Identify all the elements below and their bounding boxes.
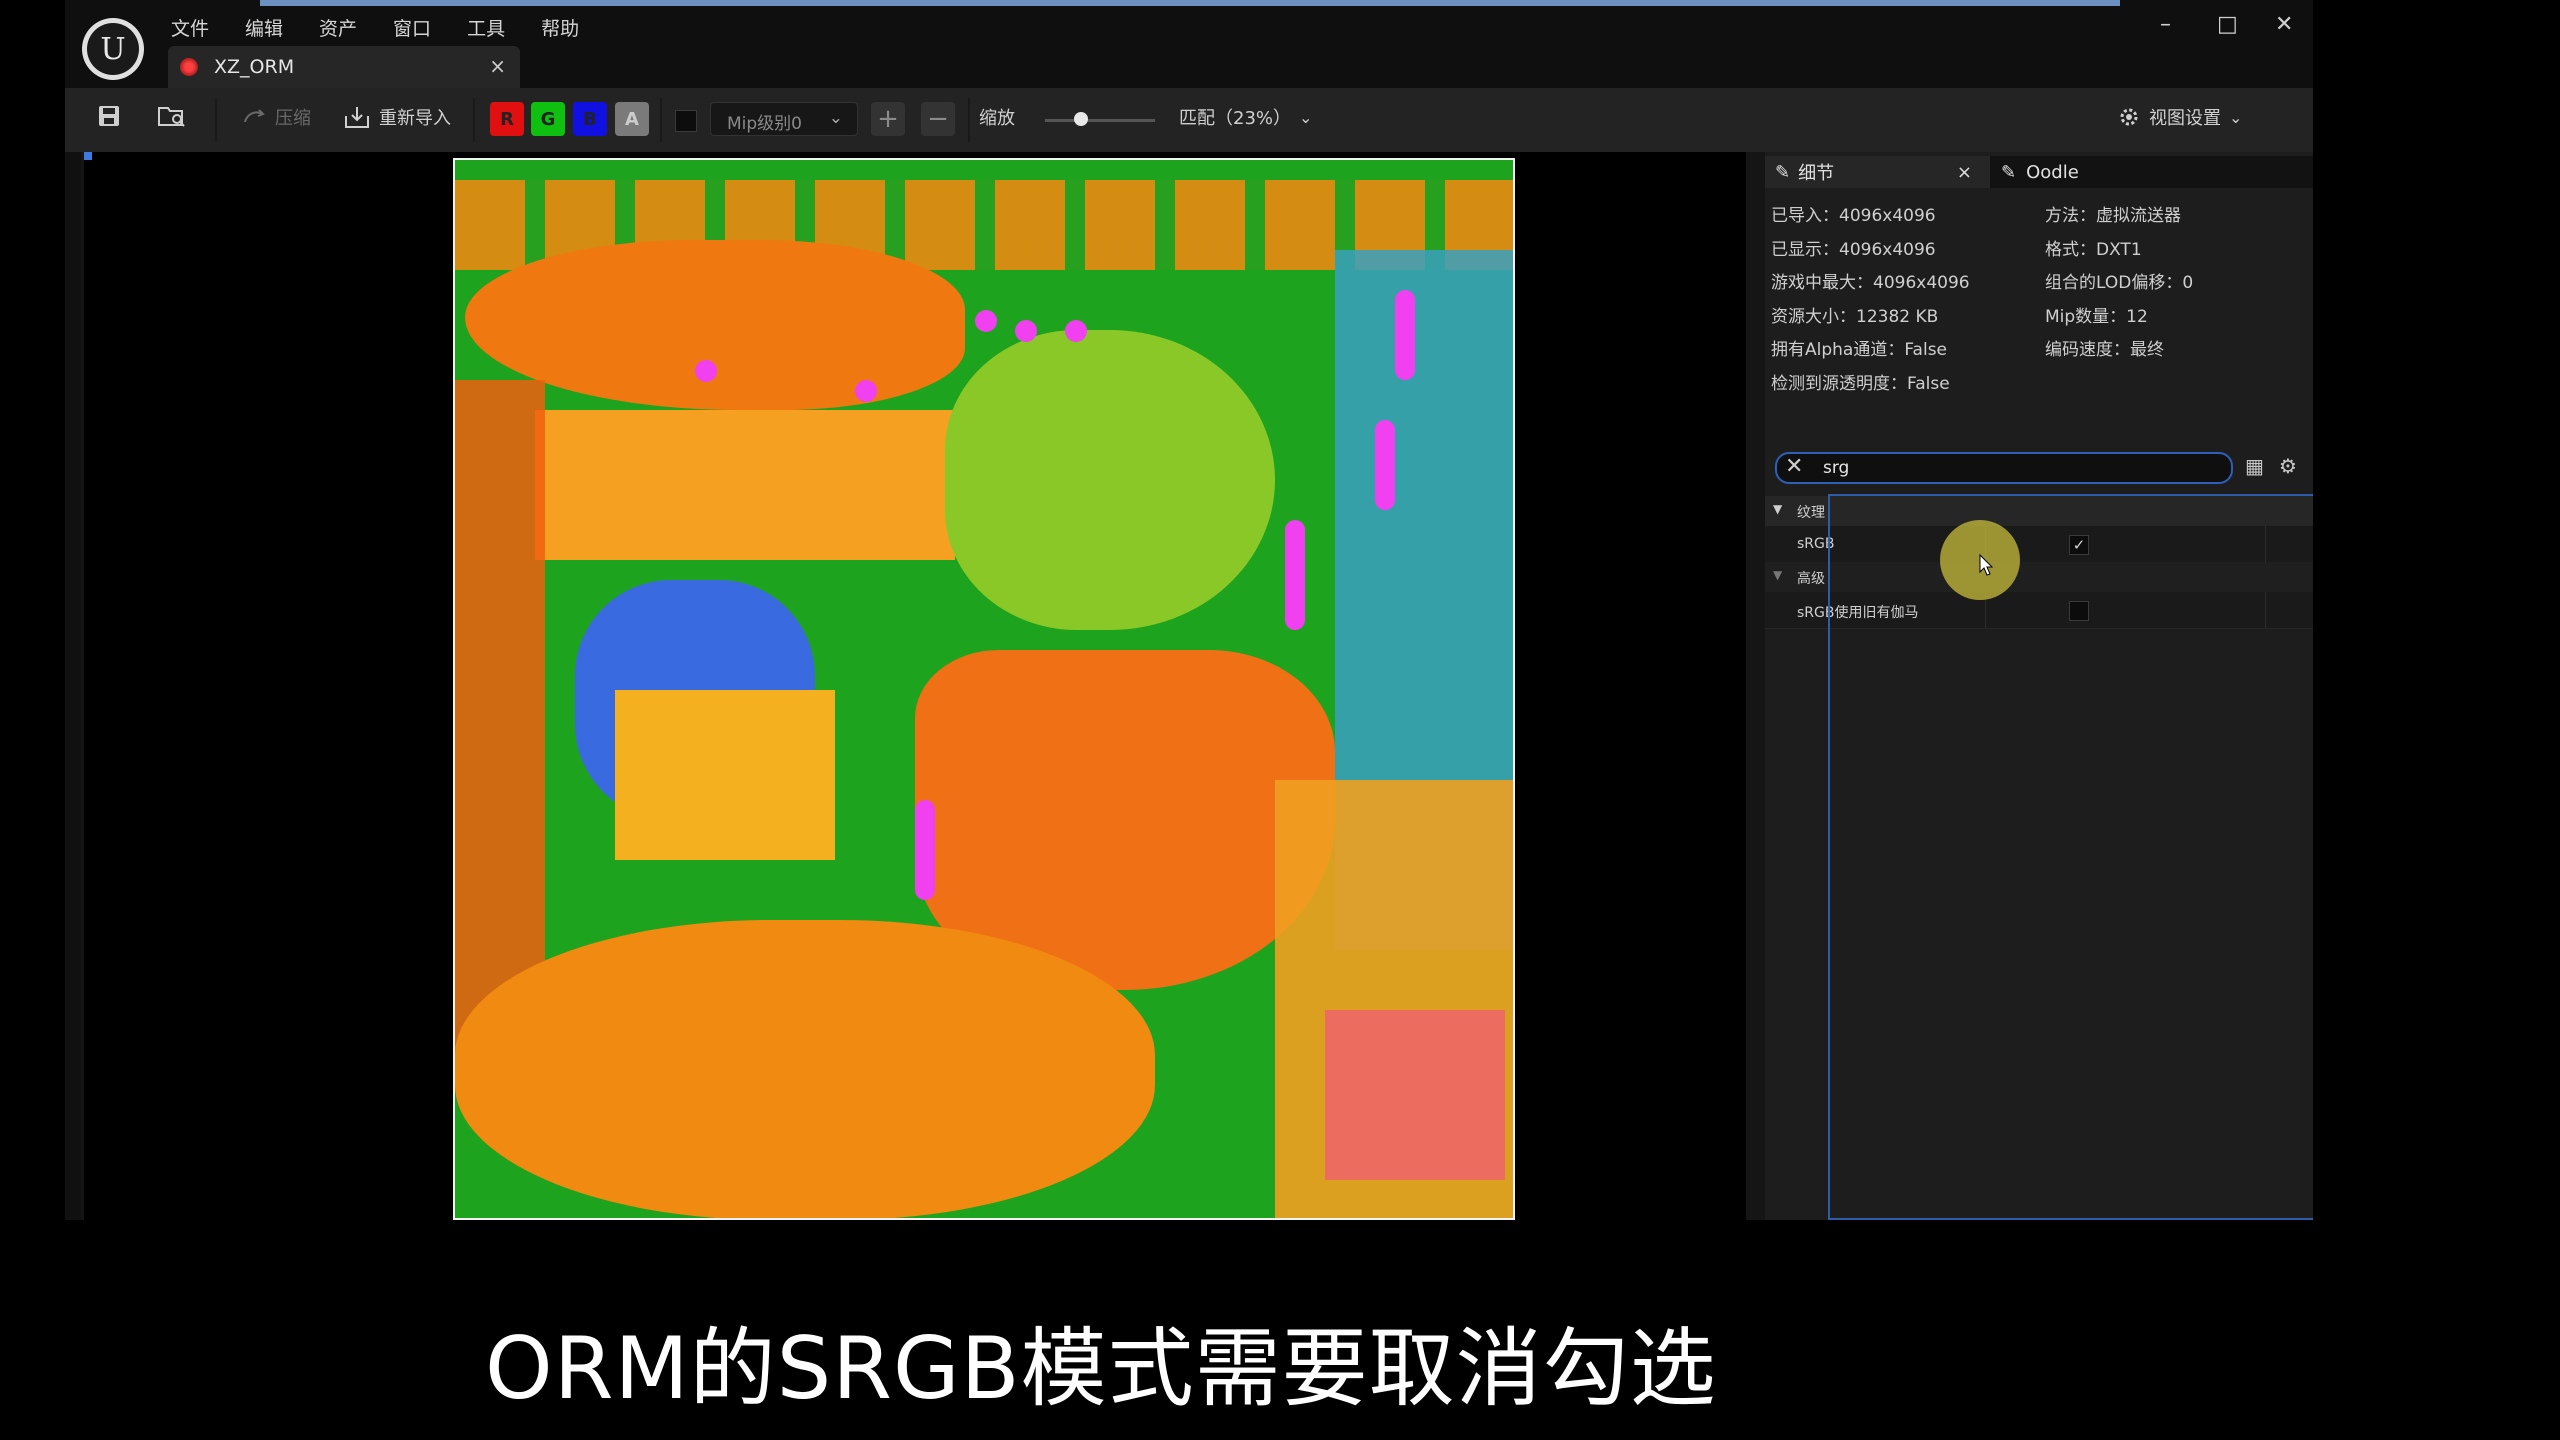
section-advanced[interactable]: ▼ 高级	[1765, 562, 2313, 592]
view-settings-button[interactable]: 视图设置 ⌄	[2117, 104, 2242, 130]
video-subtitle: ORM的SRGB模式需要取消勾选	[485, 1319, 1717, 1419]
column-divider	[2265, 592, 2266, 628]
info-displayed: 已显示：4096x4096	[1771, 239, 1936, 260]
channel-a-toggle[interactable]: A	[615, 102, 649, 136]
mip-checkbox[interactable]	[675, 110, 697, 132]
table-view-icon[interactable]: ▦	[2245, 454, 2264, 478]
column-divider	[2265, 526, 2266, 562]
unreal-logo-icon[interactable]: U	[82, 18, 144, 80]
fit-zoom-value: 匹配（23%）	[1179, 108, 1292, 129]
toolbar-divider	[215, 98, 217, 142]
viewport-corner-marker	[84, 152, 92, 160]
compress-icon	[244, 109, 265, 123]
collapse-triangle-icon: ▼	[1773, 502, 1783, 516]
info-method: 方法：虚拟流送器	[2045, 206, 2181, 226]
folder-search-icon	[158, 107, 185, 127]
info-encode-speed: 编码速度：最终	[2045, 340, 2164, 360]
toolbar-divider	[473, 98, 475, 142]
toolbar: 压缩 重新导入 R G B A Mip级别0 ⌄ + − 缩放 匹配（23%） …	[65, 88, 2313, 152]
info-lod-bias: 组合的LOD偏移：0	[2045, 273, 2194, 293]
info-has-alpha: 拥有Alpha通道：False	[1771, 340, 1948, 360]
property-row-srgb-legacy-gamma: sRGB使用旧有伽马	[1765, 592, 2313, 629]
compress-label: 压缩	[275, 108, 311, 129]
search-input[interactable]: srg	[1823, 458, 1849, 478]
orm-texture-preview[interactable]	[453, 158, 1515, 1220]
reimport-label: 重新导入	[379, 108, 451, 129]
reimport-button[interactable]: 重新导入	[343, 104, 451, 130]
texture-info-left: 已导入：4096x4096 已显示：4096x4096 游戏中最大：4096x4…	[1771, 200, 1970, 401]
srgb-label: sRGB	[1797, 536, 1835, 552]
asset-tab[interactable]: XZ_ORM ×	[168, 46, 520, 88]
mip-decrease-button[interactable]: −	[921, 102, 955, 136]
info-resource-size: 资源大小：12382 KB	[1771, 306, 1939, 327]
title-bar: U 文件 编辑 资产 窗口 工具 帮助 – □ ✕ XZ_ORM ×	[65, 0, 2313, 88]
menu-file[interactable]: 文件	[171, 14, 209, 41]
toolbar-divider	[968, 98, 970, 142]
clear-search-icon[interactable]: ✕	[1785, 454, 1803, 479]
browse-asset-button[interactable]	[157, 104, 187, 128]
details-tab-bar: ✎ 细节 × ✎ Oodle	[1765, 156, 2313, 188]
maximize-button[interactable]: □	[2217, 12, 2238, 37]
info-imported: 已导入：4096x4096	[1771, 206, 1936, 226]
compress-button[interactable]: 压缩	[241, 104, 311, 130]
close-details-tab-button[interactable]: ×	[1957, 162, 1972, 183]
minimize-button[interactable]: –	[2160, 12, 2171, 37]
section-texture-title: 纹理	[1797, 505, 1825, 521]
view-settings-label: 视图设置	[2149, 108, 2221, 129]
menu-help[interactable]: 帮助	[541, 14, 579, 41]
taskbar-strip	[260, 0, 2120, 6]
collapse-triangle-icon: ▼	[1773, 568, 1783, 582]
menu-window[interactable]: 窗口	[393, 14, 431, 41]
texture-info-right: 方法：虚拟流送器 格式：DXT1 组合的LOD偏移：0 Mip数量：12 编码速…	[2045, 200, 2193, 368]
zoom-slider-track[interactable]	[1045, 119, 1155, 122]
pencil-icon: ✎	[1775, 161, 1791, 183]
fit-zoom-dropdown[interactable]: 匹配（23%） ⌄	[1179, 104, 1312, 130]
toolbar-divider	[660, 98, 662, 142]
mip-increase-button[interactable]: +	[871, 102, 905, 136]
srgb-legacy-gamma-label: sRGB使用旧有伽马	[1797, 605, 1919, 621]
section-advanced-title: 高级	[1797, 571, 1825, 587]
srgb-checkbox[interactable]: ✓	[2069, 535, 2089, 555]
property-row-srgb: sRGB ✓	[1765, 526, 2313, 563]
info-format: 格式：DXT1	[2045, 239, 2142, 260]
menu-asset[interactable]: 资产	[319, 14, 357, 41]
mouse-cursor-icon	[1979, 554, 1993, 576]
channel-g-toggle[interactable]: G	[531, 102, 565, 136]
info-source-alpha: 检测到源透明度：False	[1771, 373, 1950, 394]
save-button[interactable]	[97, 104, 121, 128]
close-tab-button[interactable]: ×	[489, 54, 506, 78]
main-menu: 文件 编辑 资产 窗口 工具 帮助	[171, 14, 615, 41]
chevron-down-icon: ⌄	[1299, 107, 1313, 127]
texture-editor-window: U 文件 编辑 资产 窗口 工具 帮助 – □ ✕ XZ_ORM × 压缩 重新…	[65, 0, 2313, 1220]
gear-icon	[2120, 108, 2138, 126]
asset-tab-title: XZ_ORM	[214, 56, 295, 78]
close-window-button[interactable]: ✕	[2275, 12, 2293, 37]
details-search[interactable]: ✕ srg	[1775, 452, 2233, 484]
tab-oodle-label: Oodle	[2026, 161, 2079, 183]
tab-details[interactable]: ✎ 细节 ×	[1765, 156, 1990, 188]
save-icon	[99, 106, 119, 126]
zoom-slider-knob[interactable]	[1074, 112, 1088, 126]
left-edge	[65, 152, 81, 1220]
section-texture[interactable]: ▼ 纹理	[1765, 496, 2313, 526]
reimport-icon	[345, 107, 369, 128]
channel-b-toggle[interactable]: B	[573, 102, 607, 136]
menu-tools[interactable]: 工具	[467, 14, 505, 41]
mip-level-select[interactable]: Mip级别0 ⌄	[710, 102, 858, 136]
tab-oodle[interactable]: ✎ Oodle	[2001, 156, 2079, 188]
mip-level-value: Mip级别0	[727, 114, 802, 134]
channel-r-toggle[interactable]: R	[490, 102, 524, 136]
pencil-icon: ✎	[2001, 161, 2017, 183]
zoom-label: 缩放	[979, 108, 1015, 129]
chevron-down-icon: ⌄	[2229, 107, 2243, 127]
srgb-legacy-gamma-checkbox[interactable]	[2069, 601, 2089, 621]
info-mip-count: Mip数量：12	[2045, 306, 2148, 327]
tab-details-label: 细节	[1798, 163, 1835, 184]
menu-edit[interactable]: 编辑	[245, 14, 283, 41]
gear-icon[interactable]: ⚙	[2279, 454, 2297, 478]
info-max-ingame: 游戏中最大：4096x4096	[1771, 273, 1970, 293]
details-panel: ✎ 细节 × ✎ Oodle 已导入：4096x4096 已显示：4096x40…	[1765, 152, 2313, 1220]
texture-asset-icon	[180, 58, 198, 76]
chevron-down-icon: ⌄	[828, 108, 843, 128]
